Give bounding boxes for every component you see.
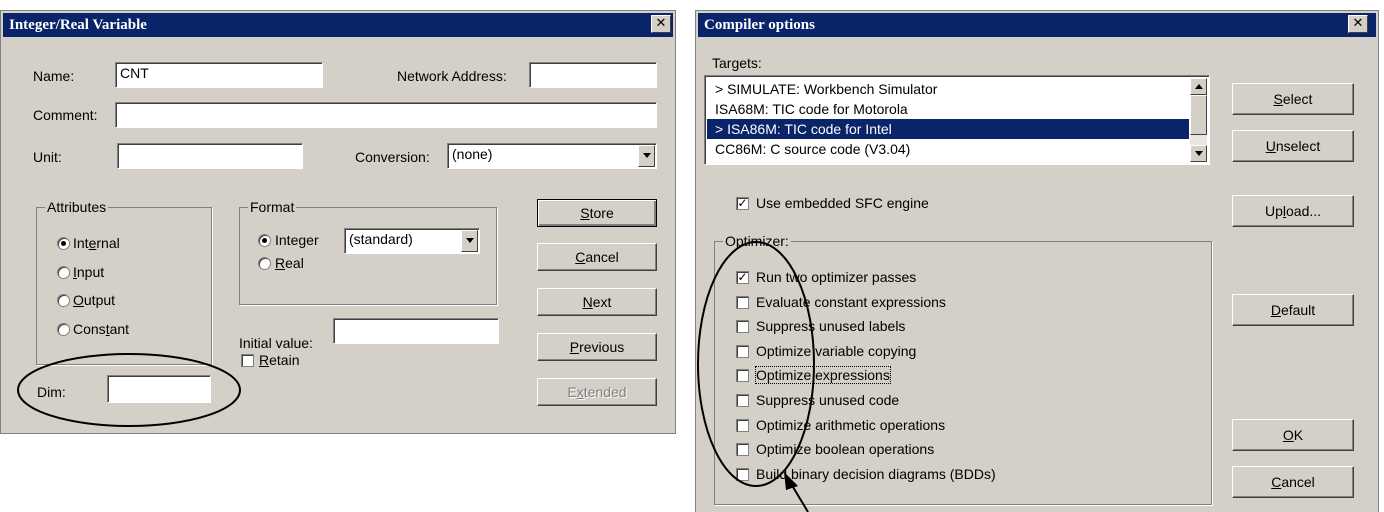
target-list-item[interactable]: > SIMULATE: Workbench Simulator — [707, 79, 1189, 99]
target-list-item[interactable]: ISA68M: TIC code for Motorola — [707, 99, 1189, 119]
name-input[interactable]: CNT — [115, 62, 323, 88]
scroll-thumb[interactable] — [1190, 95, 1207, 135]
chevron-down-icon[interactable] — [638, 145, 655, 167]
attribute-radio-label[interactable]: Output — [73, 292, 115, 308]
conversion-value: (none) — [452, 146, 493, 162]
upload-button[interactable]: Upload... — [1232, 195, 1354, 227]
network-address-input[interactable] — [529, 62, 657, 88]
attribute-radio-label[interactable]: Constant — [73, 321, 129, 337]
real-radio-label[interactable]: Real — [275, 255, 304, 271]
targets-list[interactable]: > SIMULATE: Workbench Simulator ISA68M: T… — [704, 75, 1210, 165]
target-list-item[interactable]: > ISA86M: TIC code for Intel — [707, 119, 1189, 139]
annotation-ellipse-optimizer — [697, 241, 815, 512]
targets-label: Targets: — [712, 55, 762, 71]
attribute-radio[interactable] — [57, 266, 70, 279]
chevron-down-icon[interactable] — [461, 230, 478, 252]
cancel-button[interactable]: Cancel — [537, 243, 657, 271]
conversion-label: Conversion: — [355, 149, 430, 165]
targets-scrollbar[interactable] — [1190, 78, 1207, 162]
cancel-button[interactable]: Cancel — [1232, 466, 1354, 498]
dialog-title: Compiler options — [698, 13, 1376, 37]
integer-radio[interactable] — [258, 234, 271, 247]
embedded-sfc-checkbox[interactable]: ✓ — [736, 197, 749, 210]
annotation-ellipse-dim — [17, 353, 241, 427]
unit-input[interactable] — [117, 143, 303, 169]
embedded-sfc-label[interactable]: Use embedded SFC engine — [756, 195, 929, 211]
unselect-button[interactable]: Unselect — [1232, 130, 1354, 162]
default-button[interactable]: Default — [1232, 294, 1354, 326]
conversion-select[interactable]: (none) — [447, 143, 657, 169]
network-address-label: Network Address: — [397, 68, 507, 84]
comment-input[interactable] — [115, 102, 657, 128]
store-button[interactable]: Store — [537, 199, 657, 227]
ok-button[interactable]: OK — [1232, 419, 1354, 451]
close-icon[interactable]: ✕ — [1348, 15, 1368, 33]
previous-button[interactable]: Previous — [537, 333, 657, 361]
format-title: Format — [248, 199, 297, 215]
attribute-radio[interactable] — [57, 323, 70, 336]
name-label: Name: — [33, 68, 75, 84]
retain-label[interactable]: Retain — [259, 352, 299, 368]
attribute-radio-label[interactable]: Internal — [73, 235, 120, 251]
attribute-radio[interactable] — [57, 237, 70, 250]
attributes-title: Attributes — [45, 199, 109, 215]
target-list-item[interactable]: CC86M: C source code (V3.04) — [707, 139, 1189, 159]
initial-value-input[interactable] — [333, 318, 499, 344]
select-button[interactable]: Select — [1232, 83, 1354, 115]
next-button[interactable]: Next — [537, 288, 657, 316]
attributes-group: Attributes — [36, 199, 212, 365]
dialog-title: Integer/Real Variable — [3, 13, 673, 37]
scroll-up-icon[interactable] — [1190, 78, 1207, 95]
integer-radio-label[interactable]: Integer — [275, 232, 319, 248]
format-select-value: (standard) — [349, 231, 413, 247]
format-select[interactable]: (standard) — [344, 228, 480, 254]
unit-label: Unit: — [33, 149, 62, 165]
comment-label: Comment: — [33, 107, 98, 123]
attribute-radio-label[interactable]: Input — [73, 264, 104, 280]
initial-value-label: Initial value: — [239, 335, 313, 351]
scroll-down-icon[interactable] — [1190, 145, 1207, 162]
real-radio[interactable] — [258, 257, 271, 270]
attribute-radio[interactable] — [57, 294, 70, 307]
extended-button[interactable]: Extended — [537, 378, 657, 406]
close-icon[interactable]: ✕ — [651, 15, 671, 33]
